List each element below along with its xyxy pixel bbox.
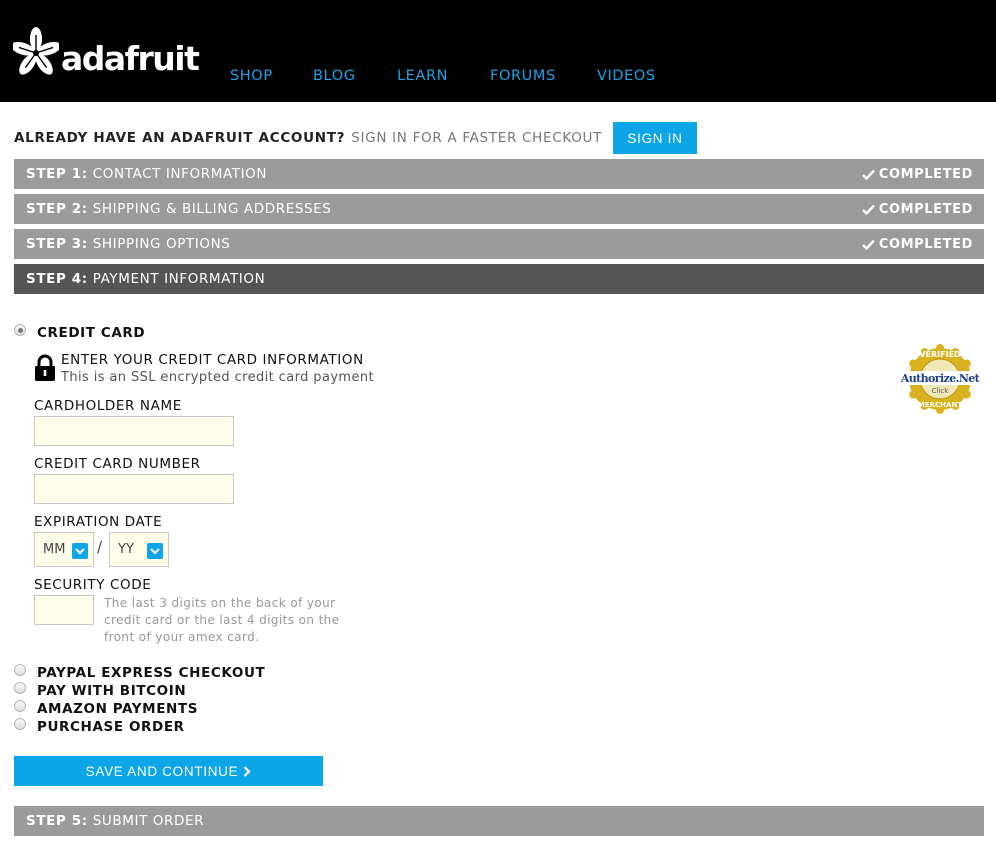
step-3-header[interactable]: STEP 3: SHIPPING OPTIONS COMPLETED xyxy=(14,229,984,259)
credit-card-label: CREDIT CARD xyxy=(37,325,146,341)
step-status: COMPLETED xyxy=(861,229,973,259)
badge-top-text: VERIFIED xyxy=(919,350,961,359)
step-status-text: COMPLETED xyxy=(878,201,973,217)
step-5-header[interactable]: STEP 5: SUBMIT ORDER xyxy=(14,806,984,836)
nav-blog[interactable]: BLOG xyxy=(313,68,356,84)
amazon-payments-radio[interactable] xyxy=(14,700,26,712)
signin-hint: SIGN IN FOR A FASTER CHECKOUT xyxy=(351,130,603,146)
star-logo-icon xyxy=(13,27,59,75)
nav-videos[interactable]: VIDEOS xyxy=(597,68,656,84)
step-number: STEP 2: xyxy=(26,201,88,217)
cardholder-name-label: CARDHOLDER NAME xyxy=(34,398,182,414)
step-title: CONTACT INFORMATION xyxy=(92,166,268,182)
exp-year-value: YY xyxy=(118,542,134,557)
step-title: SHIPPING & BILLING ADDRESSES xyxy=(92,201,332,217)
chevron-down-icon xyxy=(72,543,88,559)
card-number-input[interactable] xyxy=(34,474,234,504)
paypal-label: PAYPAL EXPRESS CHECKOUT xyxy=(37,665,266,681)
chevron-right-icon xyxy=(244,765,251,777)
signin-question: ALREADY HAVE AN ADAFRUIT ACCOUNT? xyxy=(14,130,346,146)
authorize-net-badge[interactable]: VERIFIED Authorize.Net Click MERCHANT xyxy=(896,343,984,415)
bitcoin-label: PAY WITH BITCOIN xyxy=(37,683,187,699)
checkmark-icon xyxy=(861,204,875,215)
purchase-order-radio[interactable] xyxy=(14,718,26,730)
exp-separator: / xyxy=(97,538,103,556)
step-1-header[interactable]: STEP 1: CONTACT INFORMATION COMPLETED xyxy=(14,159,984,189)
logo-text: adafruit xyxy=(61,38,200,78)
cardholder-name-input[interactable] xyxy=(34,416,234,446)
adafruit-logo[interactable]: adafruit xyxy=(13,22,200,80)
expiration-date-label: EXPIRATION DATE xyxy=(34,514,163,530)
step-2-header[interactable]: STEP 2: SHIPPING & BILLING ADDRESSES COM… xyxy=(14,194,984,224)
step-title: SHIPPING OPTIONS xyxy=(92,236,231,252)
security-code-input[interactable] xyxy=(34,595,94,625)
ssl-title: ENTER YOUR CREDIT CARD INFORMATION xyxy=(61,352,364,368)
card-number-label: CREDIT CARD NUMBER xyxy=(34,456,201,472)
exp-month-select[interactable]: MM xyxy=(34,532,94,567)
save-and-continue-button[interactable]: SAVE AND CONTINUE xyxy=(14,756,323,786)
lock-icon xyxy=(35,354,55,381)
step-4-header: STEP 4: PAYMENT INFORMATION xyxy=(14,264,984,294)
credit-card-radio[interactable] xyxy=(14,324,26,336)
nav-forums[interactable]: FORUMS xyxy=(490,68,556,84)
paypal-radio[interactable] xyxy=(14,664,26,676)
step-title: SUBMIT ORDER xyxy=(92,813,205,829)
exp-year-select[interactable]: YY xyxy=(109,532,169,567)
checkmark-icon xyxy=(861,239,875,250)
sign-in-button[interactable]: SIGN IN xyxy=(613,122,697,154)
badge-bottom-text: MERCHANT xyxy=(918,401,962,409)
step-number: STEP 5: xyxy=(26,813,88,829)
nav-learn[interactable]: LEARN xyxy=(397,68,448,84)
chevron-down-icon xyxy=(147,543,163,559)
amazon-payments-label: AMAZON PAYMENTS xyxy=(37,701,199,717)
step-status-text: COMPLETED xyxy=(878,236,973,252)
signin-row: ALREADY HAVE AN ADAFRUIT ACCOUNT? SIGN I… xyxy=(14,122,697,154)
site-header: adafruit SHOP BLOG LEARN FORUMS VIDEOS xyxy=(0,0,996,102)
badge-brand-text: Authorize.Net xyxy=(900,372,981,385)
step-number: STEP 4: xyxy=(26,271,88,287)
bitcoin-radio[interactable] xyxy=(14,682,26,694)
purchase-order-label: PURCHASE ORDER xyxy=(37,719,185,735)
step-title: PAYMENT INFORMATION xyxy=(92,271,266,287)
nav-shop[interactable]: SHOP xyxy=(230,68,273,84)
badge-click-text: Click xyxy=(932,387,950,395)
security-code-help: The last 3 digits on the back of your cr… xyxy=(104,596,340,644)
exp-month-value: MM xyxy=(43,542,66,557)
step-status-text: COMPLETED xyxy=(878,166,973,182)
step-status: COMPLETED xyxy=(861,194,973,224)
ssl-subtitle: This is an SSL encrypted credit card pay… xyxy=(61,370,375,385)
step-number: STEP 1: xyxy=(26,166,88,182)
save-and-continue-label: SAVE AND CONTINUE xyxy=(85,763,239,779)
security-code-label: SECURITY CODE xyxy=(34,577,152,593)
checkmark-icon xyxy=(861,169,875,180)
step-status: COMPLETED xyxy=(861,159,973,189)
step-number: STEP 3: xyxy=(26,236,88,252)
